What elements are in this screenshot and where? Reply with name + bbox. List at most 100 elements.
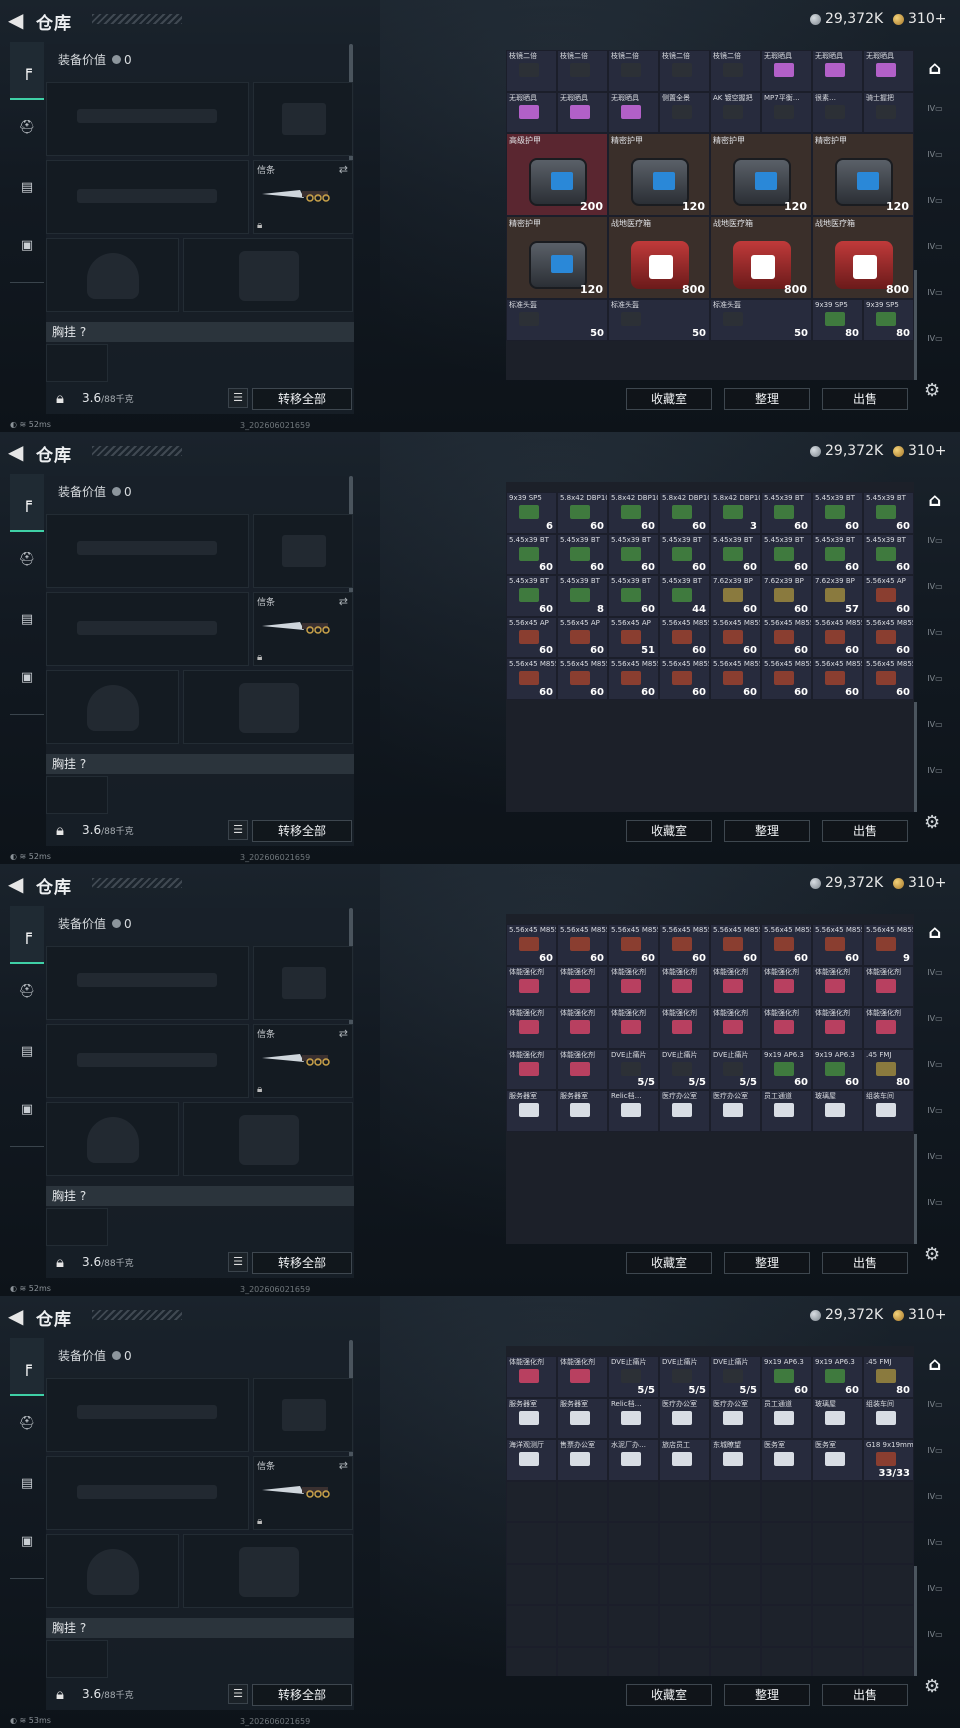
stash-page-icon[interactable]: IV▭ — [922, 1538, 948, 1560]
empty-slot[interactable] — [710, 1605, 761, 1647]
stash-item[interactable]: 服务器室 — [557, 1090, 608, 1132]
chest-rig-header[interactable]: 胸挂 ? — [46, 1618, 354, 1638]
stash-item[interactable]: 海洋观测厅 — [506, 1439, 557, 1481]
stash-item[interactable]: 标准头盔 50 — [608, 299, 710, 341]
stash-item[interactable]: 体能强化剂 — [659, 965, 710, 1007]
stash-item[interactable]: 5.56x45 M855A1 60 — [863, 658, 914, 700]
stash-page-icon[interactable]: IV▭ — [922, 1060, 948, 1082]
stash-item[interactable]: 枝镜二倍 — [608, 50, 659, 92]
primary-weapon-slot[interactable] — [46, 946, 249, 1020]
stash-page-icon[interactable]: IV▭ — [922, 1014, 948, 1036]
chest-rig-slot[interactable] — [46, 776, 108, 814]
empty-slot[interactable] — [659, 1480, 710, 1522]
stash-item[interactable]: 5.56x45 AP 60 — [863, 575, 914, 617]
back-icon[interactable]: ◀ — [8, 1306, 30, 1326]
stash-item[interactable]: 无瑕晒具 — [506, 91, 557, 133]
stash-item[interactable]: 服务器室 — [506, 1397, 557, 1439]
stash-page-icon[interactable]: IV▭ — [922, 766, 948, 788]
stash-scrollbar[interactable] — [914, 1134, 917, 1244]
stash-item[interactable]: 5.45x39 BT 8 — [557, 575, 608, 617]
stash-item[interactable]: 5.56x45 M855A1 60 — [863, 616, 914, 658]
tab-backpack[interactable]: ▣ — [13, 1528, 41, 1556]
stash-item[interactable]: 5.8x42 DBP10 60 — [608, 492, 659, 534]
gold-currency[interactable]: 310+ — [893, 875, 946, 891]
swap-icon[interactable]: ⇄ — [339, 1459, 348, 1472]
large-item[interactable]: 高级护甲 200 — [506, 133, 608, 216]
empty-slot[interactable] — [710, 1480, 761, 1522]
pistol-slot[interactable] — [253, 82, 353, 156]
chest-rig-slot[interactable] — [46, 344, 108, 382]
stash-item[interactable]: 5.56x45 M855A1 60 — [608, 924, 659, 966]
melee-slot[interactable]: 信条 ⇄ 🔒︎ — [253, 160, 353, 234]
stash-item[interactable]: 医务室 — [761, 1439, 812, 1481]
helmet-slot[interactable] — [46, 238, 179, 312]
stash-item[interactable]: 枝镜二倍 — [506, 50, 557, 92]
stash-item[interactable]: 体能强化剂 — [608, 965, 659, 1007]
stash-item[interactable]: 体能强化剂 — [710, 965, 761, 1007]
stash-item[interactable]: 体能强化剂 — [557, 965, 608, 1007]
chest-rig-slot[interactable] — [46, 1208, 108, 1246]
chest-rig-slot[interactable] — [46, 1640, 108, 1678]
body-armor-slot[interactable] — [183, 238, 353, 312]
stash-item[interactable]: 5.56x45 M855A1 60 — [710, 616, 761, 658]
sell-button[interactable]: 出售 — [822, 820, 908, 842]
stash-item[interactable]: 5.45x39 BT 60 — [557, 533, 608, 575]
pistol-slot[interactable] — [253, 514, 353, 588]
gold-currency[interactable]: 310+ — [893, 11, 946, 27]
empty-slot[interactable] — [557, 1646, 608, 1676]
back-icon[interactable]: ◀ — [8, 10, 30, 30]
empty-slot[interactable] — [506, 1522, 557, 1564]
large-item[interactable]: 战地医疗箱 800 — [608, 216, 710, 299]
stash-home-icon[interactable]: ⌂ — [922, 1354, 948, 1376]
stash-item[interactable]: 组装车间 — [863, 1397, 914, 1439]
large-item[interactable]: 精密护甲 120 — [506, 216, 608, 299]
stash-item[interactable]: 医疗办公室 — [710, 1090, 761, 1132]
back-icon[interactable]: ◀ — [8, 442, 30, 462]
stash-item[interactable]: 5.45x39 BT 60 — [863, 492, 914, 534]
stash-item[interactable]: 玻璃屋 — [812, 1090, 863, 1132]
stash-item[interactable]: 9x39 SP5 6 — [506, 492, 557, 534]
stash-item[interactable]: 无瑕晒具 — [863, 50, 914, 92]
stash-item[interactable]: 5.45x39 BT 44 — [659, 575, 710, 617]
stash-item[interactable]: 东城瞭望 — [710, 1439, 761, 1481]
stash-item[interactable]: 9x19 AP6.3 60 — [812, 1048, 863, 1090]
sell-button[interactable]: 出售 — [822, 1252, 908, 1274]
tab-backpack[interactable]: ▣ — [13, 232, 41, 260]
stash-page-icon[interactable]: IV▭ — [922, 674, 948, 696]
stash-item[interactable]: Relic档… — [608, 1397, 659, 1439]
stash-item[interactable]: 员工通道 — [761, 1090, 812, 1132]
tab-supplies[interactable]: ▤ — [13, 1470, 41, 1498]
stash-item[interactable]: 5.56x45 M855A1 60 — [812, 616, 863, 658]
stash-page-icon[interactable]: IV▭ — [922, 288, 948, 310]
stash-item[interactable]: 枝镜二倍 — [659, 50, 710, 92]
stash-item[interactable]: 无瑕晒具 — [761, 50, 812, 92]
stash-item[interactable]: 5.56x45 M855A1 60 — [608, 658, 659, 700]
empty-slot[interactable] — [761, 1646, 812, 1676]
sell-button[interactable]: 出售 — [822, 388, 908, 410]
stash-item[interactable]: 5.45x39 BT 60 — [812, 533, 863, 575]
stash-item[interactable]: 9x39 SP5 80 — [812, 299, 863, 341]
secondary-weapon-slot[interactable] — [46, 1456, 249, 1530]
empty-slot[interactable] — [608, 1480, 659, 1522]
stash-item[interactable]: DVE止痛片 5/5 — [710, 1356, 761, 1398]
tab-weapons[interactable]: ╒ — [10, 906, 44, 964]
primary-weapon-slot[interactable] — [46, 514, 249, 588]
empty-slot[interactable] — [506, 1563, 557, 1605]
tab-weapons[interactable]: ╒ — [10, 1338, 44, 1396]
stash-item[interactable]: DVE止痛片 5/5 — [608, 1356, 659, 1398]
empty-slot[interactable] — [863, 1563, 914, 1605]
large-item[interactable]: 精密护甲 120 — [710, 133, 812, 216]
empty-slot[interactable] — [812, 1646, 863, 1676]
stash-item[interactable]: 体能强化剂 — [863, 965, 914, 1007]
stash-item[interactable]: 5.56x45 AP 60 — [506, 616, 557, 658]
empty-slot[interactable] — [659, 1563, 710, 1605]
stash-item[interactable]: 5.45x39 BT 60 — [812, 492, 863, 534]
transfer-all-button[interactable]: 转移全部 — [252, 820, 352, 842]
stash-home-icon[interactable]: ⌂ — [922, 922, 948, 944]
stash-item[interactable]: 体能强化剂 — [761, 965, 812, 1007]
stash-page-icon[interactable]: IV▭ — [922, 104, 948, 126]
list-view-icon[interactable]: ☰ — [228, 1684, 248, 1704]
stash-item[interactable]: 5.45x39 BT 60 — [659, 533, 710, 575]
stash-page-icon[interactable]: IV▭ — [922, 628, 948, 650]
stash-page-icon[interactable]: IV▭ — [922, 1106, 948, 1128]
